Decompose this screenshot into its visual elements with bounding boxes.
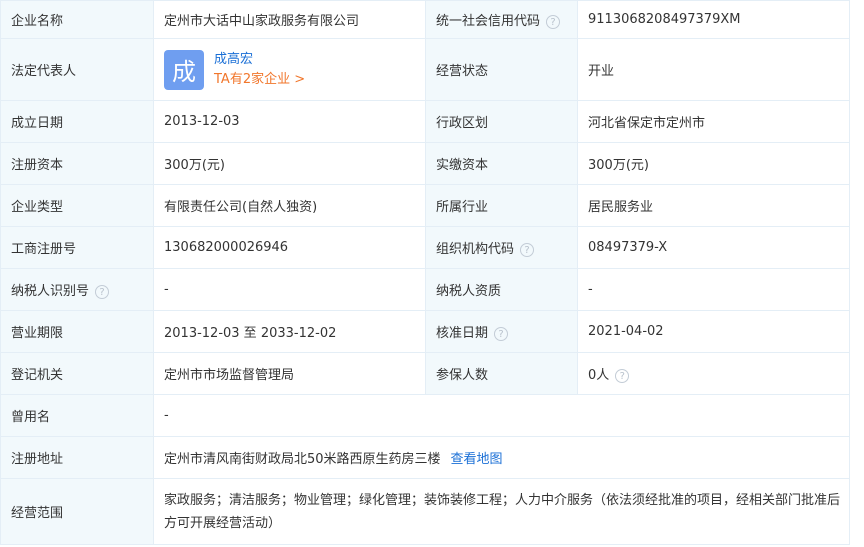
question-circle-icon[interactable]: ? (95, 284, 110, 299)
label-company-name: 企业名称 (0, 0, 154, 39)
label-approval-date: 核准日期? (425, 310, 578, 353)
label-former-name: 曾用名 (0, 394, 154, 437)
value-insured-count-text: 0人 (588, 368, 610, 383)
value-business-status: 开业 (577, 38, 850, 101)
value-business-term: 2013-12-03 至 2033-12-02 (153, 310, 426, 353)
label-org-code: 组织机构代码? (425, 226, 578, 269)
value-reg-number: 130682000026946 (153, 226, 426, 269)
label-org-code-text: 组织机构代码 (436, 242, 515, 257)
row-address: 注册地址 定州市清风南街财政局北50米路西原生药房三楼 查看地图 (0, 436, 850, 479)
label-business-scope: 经营范围 (0, 478, 154, 545)
legal-rep-block: 成 成高宏 TA有2家企业 > (164, 49, 425, 90)
label-reg-authority: 登记机关 (0, 352, 154, 395)
value-reg-authority: 定州市市场监督管理局 (153, 352, 426, 395)
label-admin-region: 行政区划 (425, 100, 578, 143)
value-industry: 居民服务业 (577, 184, 850, 227)
value-business-scope: 家政服务；清洁服务；物业管理；绿化管理；装饰装修工程；人力中介服务（依法须经批准… (153, 478, 850, 545)
row-company-name: 企业名称 定州市大话中山家政服务有限公司 统一社会信用代码? 911306820… (0, 0, 850, 39)
question-circle-icon[interactable]: ? (494, 326, 509, 341)
row-type: 企业类型 有限责任公司(自然人独资) 所属行业 居民服务业 (0, 184, 850, 227)
row-authority: 登记机关 定州市市场监督管理局 参保人数 0人? (0, 352, 850, 395)
value-taxpayer-qualification: - (577, 268, 850, 311)
value-admin-region: 河北省保定市定州市 (577, 100, 850, 143)
legal-rep-name-link[interactable]: 成高宏 (214, 50, 305, 70)
value-company-type: 有限责任公司(自然人独资) (153, 184, 426, 227)
label-business-status: 经营状态 (425, 38, 578, 101)
row-capital: 注册资本 300万(元) 实缴资本 300万(元) (0, 142, 850, 185)
label-insured-count: 参保人数 (425, 352, 578, 395)
label-taxpayer-id: 纳税人识别号? (0, 268, 154, 311)
label-credit-code-text: 统一社会信用代码 (436, 14, 541, 29)
value-insured-count: 0人? (577, 352, 850, 395)
label-established-date: 成立日期 (0, 100, 154, 143)
value-registered-capital: 300万(元) (153, 142, 426, 185)
label-reg-number: 工商注册号 (0, 226, 154, 269)
value-company-name: 定州市大话中山家政服务有限公司 (153, 0, 426, 39)
row-former-name: 曾用名 - (0, 394, 850, 437)
question-circle-icon[interactable]: ? (520, 242, 535, 257)
value-former-name: - (153, 394, 850, 437)
row-registration: 工商注册号 130682000026946 组织机构代码? 08497379-X (0, 226, 850, 269)
company-info-table-container: 企业名称 定州市大话中山家政服务有限公司 统一社会信用代码? 911306820… (0, 0, 850, 547)
row-scope: 经营范围 家政服务；清洁服务；物业管理；绿化管理；装饰装修工程；人力中介服务（依… (0, 478, 850, 545)
label-approval-date-text: 核准日期 (436, 326, 489, 341)
value-paid-capital: 300万(元) (577, 142, 850, 185)
label-taxpayer-qualification: 纳税人资质 (425, 268, 578, 311)
label-paid-capital: 实缴资本 (425, 142, 578, 185)
question-circle-icon[interactable]: ? (615, 368, 630, 383)
value-legal-rep: 成 成高宏 TA有2家企业 > (153, 38, 426, 101)
label-credit-code: 统一社会信用代码? (425, 0, 578, 39)
avatar[interactable]: 成 (164, 49, 204, 90)
value-credit-code: 911306820849737​9XM (577, 0, 850, 39)
question-circle-icon[interactable]: ? (546, 14, 561, 29)
company-info-table: 企业名称 定州市大话中山家政服务有限公司 统一社会信用代码? 911306820… (0, 0, 850, 545)
row-term: 营业期限 2013-12-03 至 2033-12-02 核准日期? 2021-… (0, 310, 850, 353)
value-reg-address: 定州市清风南街财政局北50米路西原生药房三楼 查看地图 (153, 436, 850, 479)
legal-rep-text: 成高宏 TA有2家企业 > (214, 50, 305, 90)
value-reg-address-text: 定州市清风南街财政局北50米路西原生药房三楼 (164, 452, 441, 467)
label-business-term: 营业期限 (0, 310, 154, 353)
value-approval-date: 2021-04-02 (577, 310, 850, 353)
related-companies-link[interactable]: TA有2家企业 > (214, 70, 305, 90)
label-legal-rep: 法定代表人 (0, 38, 154, 101)
label-taxpayer-id-text: 纳税人识别号 (11, 284, 90, 299)
row-established: 成立日期 2013-12-03 行政区划 河北省保定市定州市 (0, 100, 850, 143)
row-legal-rep: 法定代表人 成 成高宏 TA有2家企业 > 经营状态 开业 (0, 38, 850, 101)
value-taxpayer-id: - (153, 268, 426, 311)
view-map-link[interactable]: 查看地图 (451, 452, 503, 467)
row-tax: 纳税人识别号? - 纳税人资质 - (0, 268, 850, 311)
label-registered-capital: 注册资本 (0, 142, 154, 185)
label-company-type: 企业类型 (0, 184, 154, 227)
label-industry: 所属行业 (425, 184, 578, 227)
value-established-date: 2013-12-03 (153, 100, 426, 143)
label-reg-address: 注册地址 (0, 436, 154, 479)
value-org-code: 08497379-X (577, 226, 850, 269)
